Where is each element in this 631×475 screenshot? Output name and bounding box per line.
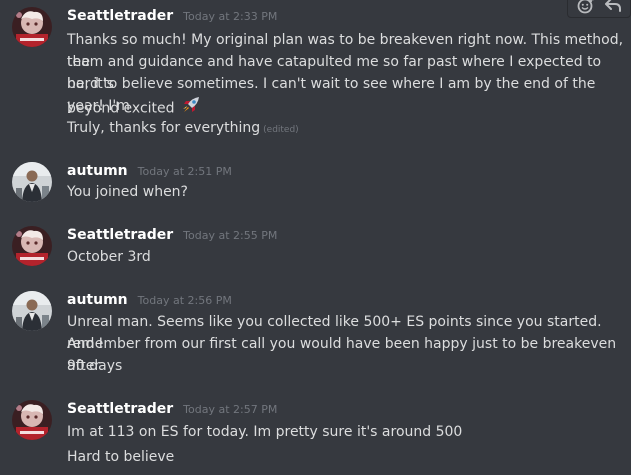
message-text: 90 days <box>67 358 123 374</box>
timestamp: Today at 2:33 PM <box>183 10 278 23</box>
username[interactable]: autumn <box>67 163 128 179</box>
message-text: Hard to believe <box>67 449 175 465</box>
message-line: Truly, thanks for everything (edited) <box>67 117 627 141</box>
avatar-seattletrader[interactable] <box>12 7 52 47</box>
username[interactable]: Seattletrader <box>67 401 173 417</box>
timestamp: Today at 2:57 PM <box>183 403 278 416</box>
add-reaction-icon[interactable] <box>575 0 597 15</box>
message-actions-toolbar <box>567 0 631 18</box>
edited-label: (edited) <box>263 125 299 135</box>
username[interactable]: Seattletrader <box>67 227 173 243</box>
message-text: Truly, thanks for everything <box>67 120 261 136</box>
username[interactable]: Seattletrader <box>67 8 173 24</box>
username[interactable]: autumn <box>67 292 128 308</box>
avatar-seattletrader[interactable] <box>12 226 52 266</box>
timestamp: Today at 2:51 PM <box>137 165 232 178</box>
timestamp: Today at 2:56 PM <box>137 294 232 307</box>
avatar-autumn[interactable] <box>12 291 52 331</box>
message-text: October 3rd <box>67 249 151 265</box>
message-text: beyond excited <box>67 100 175 117</box>
message-text: You joined when? <box>67 184 188 200</box>
avatar-seattletrader[interactable] <box>12 400 52 440</box>
reply-icon[interactable] <box>602 0 624 15</box>
message-text: Im at 113 on ES for today. Im pretty sur… <box>67 424 463 440</box>
timestamp: Today at 2:55 PM <box>183 229 278 242</box>
avatar-autumn[interactable] <box>12 162 52 202</box>
